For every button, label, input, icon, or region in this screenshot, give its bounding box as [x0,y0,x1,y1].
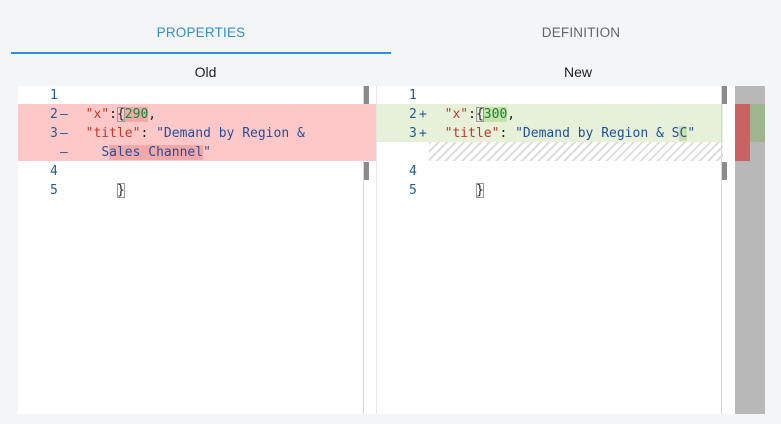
scrollbar-track[interactable] [721,86,722,414]
colon: : [499,126,516,141]
comma: , [507,107,516,122]
overview-deleted-marker[interactable] [735,104,750,161]
close-brace: } [116,183,125,198]
line-number: 5 [50,183,58,198]
line-number: 3 [50,126,58,141]
colon: : [140,126,157,141]
diff-dialog: PROPERTIES DEFINITION Old New 1 2 — 3 — … [0,0,781,424]
colon: : [109,107,125,122]
line-number: 2 [50,107,58,122]
scrollbar-track[interactable] [363,86,364,414]
old-editor[interactable]: 1 2 — 3 — — 4 5 { "x": 290, "title": "De… [18,86,376,414]
line-number: 4 [409,164,417,179]
line-number: 1 [50,88,58,103]
json-key: "title" [85,126,141,141]
colon: : [468,107,484,122]
tab-properties[interactable]: PROPERTIES [11,14,391,54]
code-line-wrap: Sales Channel" [70,143,211,162]
json-string: " [203,145,211,160]
filler-hatch [429,142,723,161]
code-line: { [70,86,125,122]
json-number: 300 [483,107,508,122]
json-key: "x" [444,107,469,122]
json-key: "x" [85,107,110,122]
scrollbar-thumb[interactable] [364,162,369,180]
scrollbar-thumb[interactable] [722,86,727,104]
json-string: " [687,126,696,141]
code-line: { [429,86,484,122]
line-number: 1 [409,88,417,103]
json-string-changed: ales Channel [109,145,204,160]
new-editor[interactable]: 1 2 + 3 + 4 5 { "x": 300, "title": "Dema… [377,86,735,414]
json-string: S [101,145,110,160]
deleted-marker: — [60,107,68,122]
scrollbar-thumb[interactable] [364,86,369,104]
scrollbar-thumb[interactable] [722,162,727,180]
line-number: 3 [409,126,417,141]
wrap-marker: — [60,145,68,160]
overview-inserted-marker[interactable] [750,104,765,142]
code-line: } [70,162,125,198]
json-key: "title" [444,126,500,141]
code-line: "title": "Demand by Region & [70,124,305,143]
line-number: 4 [50,164,58,179]
code-line: "x": 300, [429,105,515,124]
line-number: 5 [409,183,417,198]
inserted-marker: + [419,107,427,122]
comma: , [148,107,157,122]
new-pane-title: New [563,64,592,80]
tab-bar: PROPERTIES DEFINITION [11,14,771,54]
line-number: 2 [409,107,417,122]
code-line: "x": 290, [70,105,156,124]
json-string: "Demand by Region & [156,126,305,141]
deleted-marker: — [60,126,68,141]
json-string: "Demand by Region & S [515,126,680,141]
json-number: 290 [124,107,149,122]
close-brace: } [475,183,484,198]
code-line: "title": "Demand by Region & SC" [429,124,695,143]
old-pane-title: Old [194,64,217,80]
inserted-marker: + [419,126,427,141]
tab-definition[interactable]: DEFINITION [391,14,771,52]
code-line: } [429,162,484,198]
